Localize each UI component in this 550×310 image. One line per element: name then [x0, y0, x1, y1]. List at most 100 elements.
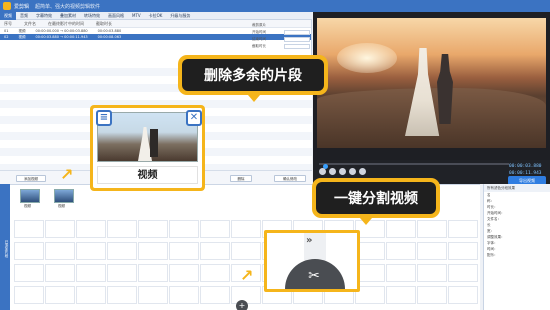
callout-delete-segments: 删除多余的片段	[178, 55, 328, 95]
col-name: 文件名	[24, 20, 36, 26]
row-dur: 00:00:03.880	[97, 29, 122, 33]
timeline-cell[interactable]	[417, 264, 447, 282]
tab-subtitle-effects[interactable]: 字幕特效	[32, 13, 56, 19]
trim-title: 裁剪原片	[252, 23, 266, 27]
plus-icon[interactable]: +	[236, 300, 248, 310]
popup-label: 视频	[97, 166, 198, 184]
timeline-cell[interactable]	[200, 242, 230, 260]
timeline-cell[interactable]	[417, 242, 447, 260]
timeline-cell[interactable]	[14, 286, 44, 304]
timeline-cell[interactable]	[169, 220, 199, 238]
start-time-field[interactable]	[284, 30, 310, 35]
duration-field[interactable]	[284, 44, 310, 49]
timeline-cell[interactable]	[417, 286, 447, 304]
prop-row: 配乐：	[487, 252, 498, 257]
tab-upgrade[interactable]: 升级与服务	[166, 13, 194, 19]
scissor-icon[interactable]: ✂	[303, 267, 325, 285]
timeline-cell[interactable]	[200, 264, 230, 282]
list-icon[interactable]: ≡	[96, 110, 112, 126]
timeline-cell[interactable]	[107, 286, 137, 304]
timeline-cell[interactable]	[14, 242, 44, 260]
split-tool-box: » ✂	[264, 230, 360, 292]
timeline-cell[interactable]	[45, 242, 75, 260]
title-bar: 爱剪辑 超简单、强大的视频剪辑软件	[0, 0, 550, 12]
timeline-cell[interactable]	[386, 286, 416, 304]
timeline-cell[interactable]	[45, 286, 75, 304]
timeline-cell[interactable]	[138, 242, 168, 260]
timeline-cell[interactable]	[231, 242, 261, 260]
delete-button[interactable]: 删除	[230, 175, 252, 182]
timeline-cell[interactable]	[169, 286, 199, 304]
clip-label: 视频	[24, 204, 31, 208]
tab-styles[interactable]: 画面风格	[104, 13, 128, 19]
curved-arrow-icon: ↗	[240, 266, 254, 285]
timeline-cell[interactable]	[448, 286, 478, 304]
end-time-label: 结束时间	[252, 37, 266, 41]
timeline-cell[interactable]	[169, 242, 199, 260]
trim-info: 裁剪原片 开始时间 结束时间 截取时长	[250, 20, 312, 60]
tab-video[interactable]: 视频	[0, 11, 16, 20]
end-time-field[interactable]	[284, 37, 310, 42]
timeline-cell[interactable]	[200, 286, 230, 304]
callout-split-text: 一键分割视频	[316, 182, 436, 214]
curved-arrow-icon: ↗	[60, 165, 74, 184]
timeline-cell[interactable]	[76, 242, 106, 260]
sun-glow	[337, 43, 397, 73]
timeline-cell[interactable]	[14, 220, 44, 238]
clip-thumb[interactable]	[54, 189, 74, 203]
callout-split-video: 一键分割视频	[312, 178, 440, 218]
callout-delete-text: 删除多余的片段	[182, 59, 324, 91]
properties-panel: 所有滤色分段效果 名 称： 时长： 开始时间： 文件名： 长 宽： 调整效果： …	[483, 184, 550, 310]
tab-transitions[interactable]: 转场特效	[80, 13, 104, 19]
video-preview	[317, 18, 546, 148]
clip-thumb[interactable]	[20, 189, 40, 203]
callout-pointer	[360, 218, 372, 225]
timeline-cell[interactable]	[386, 264, 416, 282]
timeline-cell[interactable]	[169, 264, 199, 282]
timeline-cell[interactable]	[448, 220, 478, 238]
timeline-cell[interactable]	[417, 220, 447, 238]
timeline-cell[interactable]	[448, 264, 478, 282]
timeline-cell[interactable]	[107, 220, 137, 238]
timeline-cell[interactable]	[386, 242, 416, 260]
timeline-cell[interactable]	[14, 264, 44, 282]
timeline-cell[interactable]	[231, 220, 261, 238]
callout-pointer	[248, 95, 260, 102]
tab-overlay[interactable]: 叠加素材	[56, 13, 80, 19]
timeline-cell[interactable]	[107, 264, 137, 282]
groom-figure	[150, 129, 158, 157]
seek-bar[interactable]	[319, 163, 509, 169]
play-icon[interactable]	[319, 168, 326, 175]
tab-audio[interactable]: 音频	[16, 13, 32, 19]
close-icon[interactable]: ✕	[186, 110, 202, 126]
app-subtitle: 超简单、强大的视频剪辑软件	[35, 3, 101, 10]
prev-frame-icon[interactable]	[329, 168, 336, 175]
timeline-cell[interactable]	[76, 220, 106, 238]
confirm-edit-button[interactable]: 确认修改	[274, 175, 306, 182]
start-time-label: 开始时间	[252, 30, 266, 34]
duration-label: 截取时长	[252, 44, 266, 48]
timeline-cell[interactable]	[448, 242, 478, 260]
added-clips-tab[interactable]: 已添加片段	[0, 184, 10, 310]
time-current: 00:00:03.880	[509, 164, 542, 169]
timeline-cell[interactable]	[386, 220, 416, 238]
row-name: 视频	[18, 34, 26, 39]
next-frame-icon[interactable]	[339, 168, 346, 175]
timeline-cell[interactable]	[45, 264, 75, 282]
volume-icon[interactable]	[359, 168, 366, 175]
timeline-cell[interactable]	[107, 242, 137, 260]
add-video-button[interactable]: 添加视频	[16, 175, 46, 182]
timeline-cell[interactable]	[138, 264, 168, 282]
tab-mtv[interactable]: MTV	[128, 13, 145, 18]
timeline-cell[interactable]	[200, 220, 230, 238]
timeline-cell[interactable]	[138, 220, 168, 238]
popup-thumbnail	[97, 112, 198, 162]
preview-panel	[313, 12, 550, 160]
tab-karaoke[interactable]: 卡拉OK	[145, 13, 167, 19]
timeline-cell[interactable]	[45, 220, 75, 238]
timeline-cell[interactable]	[76, 264, 106, 282]
timeline-cell[interactable]	[138, 286, 168, 304]
app-title: 爱剪辑	[14, 3, 30, 10]
timeline-cell[interactable]	[76, 286, 106, 304]
stop-icon[interactable]	[349, 168, 356, 175]
